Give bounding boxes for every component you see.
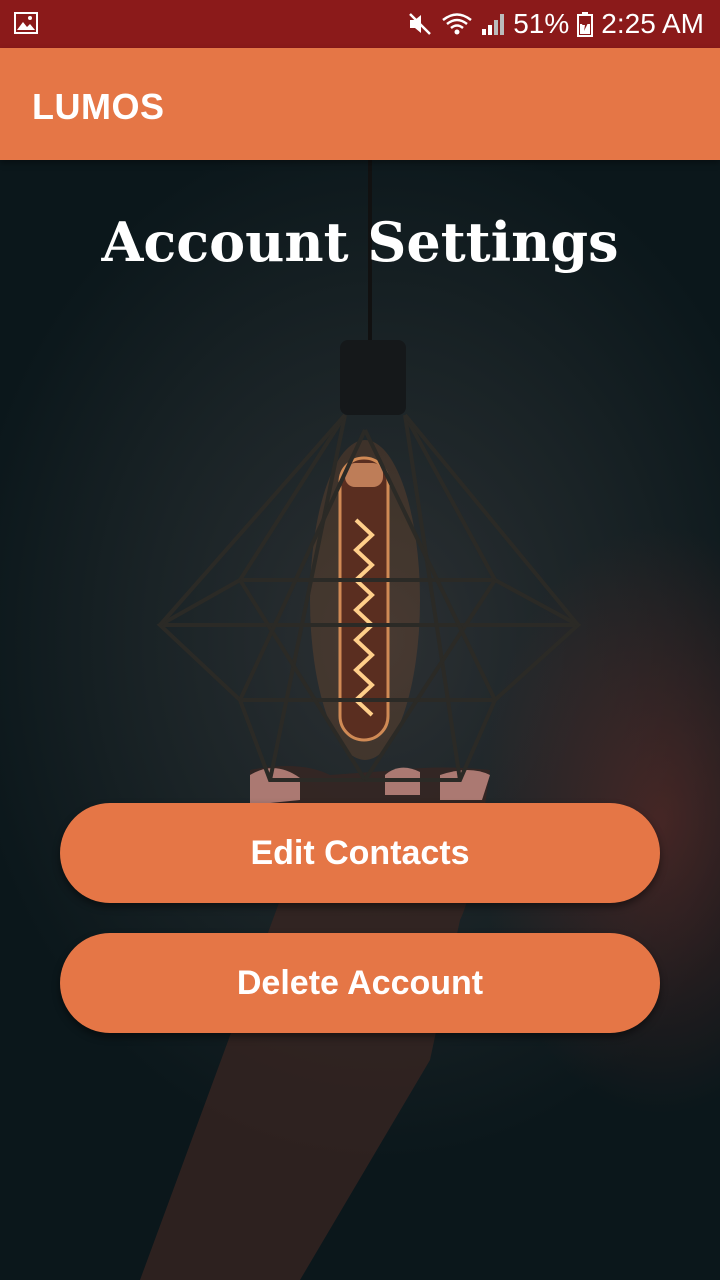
edit-contacts-button[interactable]: Edit Contacts <box>60 803 660 903</box>
background-photo <box>0 160 720 1280</box>
gallery-icon <box>14 12 38 34</box>
lamp-illustration <box>140 160 582 1280</box>
page-title: Account Settings <box>101 210 619 274</box>
clock: 2:25 AM <box>601 8 704 39</box>
mute-icon <box>409 13 432 35</box>
status-bar: 51% 2:25 AM <box>0 0 720 48</box>
signal-icon <box>482 14 505 35</box>
battery-percent: 51% <box>513 8 570 39</box>
battery-icon <box>577 12 594 37</box>
delete-account-button[interactable]: Delete Account <box>60 933 660 1033</box>
wifi-icon <box>442 13 472 35</box>
app-title: LUMOS <box>32 86 165 127</box>
app-bar: LUMOS <box>0 48 720 160</box>
